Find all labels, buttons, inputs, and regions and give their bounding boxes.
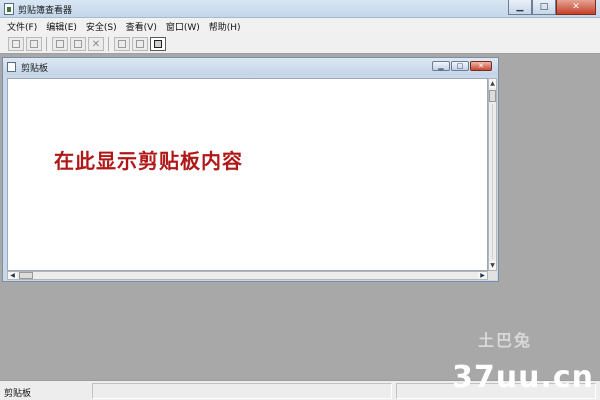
paste-icon (74, 40, 82, 48)
scrollbar-corner (488, 271, 497, 280)
child-window-controls: ▁ □ ✕ (432, 61, 492, 71)
open-icon (12, 40, 20, 48)
tile-horizontal-button[interactable] (114, 37, 130, 51)
delete-icon: ✕ (91, 38, 101, 50)
open-button[interactable] (8, 37, 24, 51)
child-close-button[interactable]: ✕ (470, 61, 492, 71)
save-icon (30, 40, 38, 48)
tile-vertical-button[interactable] (132, 37, 148, 51)
menu-view[interactable]: 查看(V) (123, 20, 163, 33)
scroll-up-button[interactable]: ▲ (489, 79, 496, 88)
child-minimize-button[interactable]: ▁ (432, 61, 450, 71)
delete-button[interactable]: ✕ (88, 37, 104, 51)
vertical-scroll-thumb[interactable] (489, 90, 496, 102)
copy-button[interactable] (52, 37, 68, 51)
maximize-icon: □ (456, 62, 464, 70)
paste-button[interactable] (70, 37, 86, 51)
clipboard-view-icon (154, 40, 162, 48)
arrow-down-icon: ▼ (490, 262, 495, 269)
clipboard-view-button[interactable] (150, 37, 166, 51)
child-maximize-button[interactable]: □ (451, 61, 469, 71)
scroll-down-button[interactable]: ▼ (489, 261, 496, 270)
clipbook-viewer-window: 剪贴簿查看器 ▁ □ ✕ 文件(F) 编辑(E) 安全(S) 查看(V) 窗口(… (0, 0, 600, 400)
vertical-scrollbar[interactable]: ▲ ▼ (488, 78, 497, 271)
clipboard-content-text: 在此显示剪贴板内容 (54, 149, 243, 173)
tile-vertical-icon (136, 40, 144, 48)
app-icon (4, 3, 14, 15)
tile-horizontal-icon (118, 40, 126, 48)
horizontal-scrollbar[interactable]: ◀ ▶ (7, 271, 488, 280)
scroll-left-button[interactable]: ◀ (8, 272, 17, 279)
watermark-text: 37uu.cn (452, 360, 594, 395)
toolbar: ✕ (0, 34, 600, 54)
minimize-icon: ▁ (516, 2, 524, 12)
clipboard-content-area[interactable]: 在此显示剪贴板内容 (7, 78, 488, 271)
status-text: 剪贴板 (4, 389, 32, 399)
toolbar-separator (46, 37, 47, 51)
save-button[interactable] (26, 37, 42, 51)
title-bar[interactable]: 剪贴簿查看器 ▁ □ ✕ (0, 0, 600, 18)
minimize-button[interactable]: ▁ (508, 0, 532, 15)
clipboard-icon (7, 62, 16, 72)
close-button[interactable]: ✕ (556, 0, 596, 15)
arrow-up-icon: ▲ (490, 80, 495, 87)
menu-file[interactable]: 文件(F) (4, 20, 43, 33)
menu-bar: 文件(F) 编辑(E) 安全(S) 查看(V) 窗口(W) 帮助(H) (0, 18, 600, 34)
arrow-right-icon: ▶ (480, 272, 485, 279)
clipboard-child-window: 剪贴板 ▁ □ ✕ 在此显示剪贴板内容 ▲ ▼ ◀ ▶ (2, 57, 499, 282)
window-controls: ▁ □ ✕ (508, 0, 596, 16)
maximize-button[interactable]: □ (532, 0, 556, 15)
close-icon: ✕ (572, 2, 580, 12)
window-title: 剪贴簿查看器 (18, 6, 73, 16)
menu-window[interactable]: 窗口(W) (163, 20, 206, 33)
scroll-right-button[interactable]: ▶ (478, 272, 487, 279)
watermark-logo: 土巴兔 (478, 331, 533, 350)
copy-icon (56, 40, 64, 48)
arrow-left-icon: ◀ (10, 272, 15, 279)
close-icon: ✕ (478, 62, 484, 70)
scroll-track (492, 104, 493, 259)
minimize-icon: ▁ (438, 62, 444, 70)
child-window-title: 剪贴板 (21, 64, 49, 74)
horizontal-scroll-thumb[interactable] (19, 272, 33, 279)
toolbar-separator (108, 37, 109, 51)
menu-edit[interactable]: 编辑(E) (43, 20, 83, 33)
maximize-icon: □ (539, 2, 549, 12)
menu-help[interactable]: 帮助(H) (206, 20, 247, 33)
child-title-bar[interactable]: 剪贴板 ▁ □ ✕ (3, 58, 498, 75)
status-panel (92, 383, 392, 399)
menu-security[interactable]: 安全(S) (83, 20, 123, 33)
